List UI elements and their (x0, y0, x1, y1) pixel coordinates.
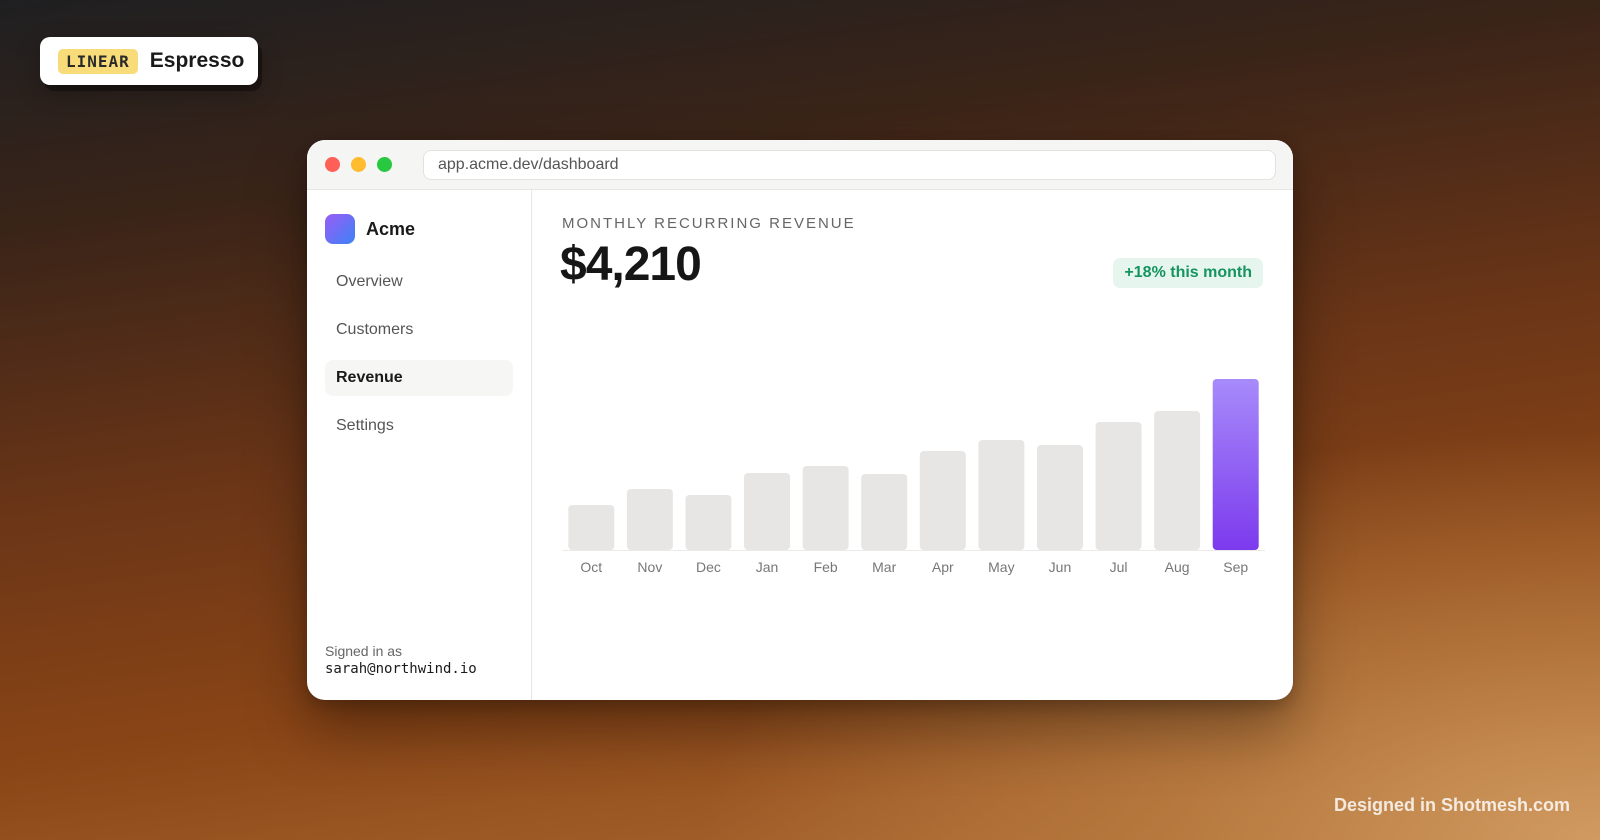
x-tick-label: Jul (1110, 559, 1128, 575)
x-tick-label: Feb (814, 559, 838, 575)
sidebar-item-label: Customers (336, 321, 414, 338)
chart-bar-dec (685, 495, 732, 550)
sidebar: Acme Overview Customers Revenue Settings… (307, 190, 532, 700)
signed-in-info: Signed in as sarah@northwind.io (325, 643, 477, 677)
url-text: app.acme.dev/dashboard (438, 155, 619, 173)
chart-bar-mar (861, 474, 908, 550)
x-tick-label: May (988, 559, 1014, 575)
x-tick-label: Dec (696, 559, 721, 575)
brand-name: Acme (366, 218, 416, 239)
address-bar[interactable]: app.acme.dev/dashboard (423, 149, 1276, 180)
chart-bar-apr (919, 451, 966, 550)
brand: Acme (325, 214, 513, 244)
sidebar-item-label: Revenue (336, 369, 403, 386)
sidebar-item-overview[interactable]: Overview (325, 264, 513, 300)
sidebar-item-label: Settings (336, 417, 394, 434)
acme-logo-icon (325, 214, 355, 244)
sidebar-item-settings[interactable]: Settings (325, 408, 513, 444)
chart-bar-sep (1212, 379, 1259, 550)
minimize-window-button[interactable] (351, 157, 366, 172)
badge-tag: LINEAR (58, 48, 138, 74)
main-content: MONTHLY RECURRING REVENUE $4,210 +18% th… (532, 190, 1293, 700)
chart-bar-nov (626, 489, 673, 550)
revenue-bar-chart: Oct Nov Dec Jan Feb Mar Apr May Jun Jul Aug Sep (562, 379, 1265, 575)
x-tick-label: Oct (580, 559, 602, 575)
brand-badge: LINEAR Espresso (40, 37, 258, 85)
x-tick-label: Jun (1049, 559, 1072, 575)
sidebar-item-revenue[interactable]: Revenue (325, 360, 513, 396)
footer-credit: Designed in Shotmesh.com (1333, 795, 1570, 815)
badge-name: Espresso (149, 49, 245, 72)
metric-value: $4,210 (560, 238, 702, 291)
chart-bar-aug (1154, 411, 1201, 550)
maximize-window-button[interactable] (377, 157, 392, 172)
x-tick-label: Apr (932, 559, 954, 575)
browser-window: app.acme.dev/dashboard Acme Overview Cus… (307, 140, 1293, 700)
chart-bar-may (978, 440, 1025, 550)
x-tick-label: Nov (637, 559, 662, 575)
x-tick-label: Sep (1223, 559, 1248, 575)
close-window-button[interactable] (325, 157, 340, 172)
chart-bar-feb (802, 466, 849, 550)
sidebar-item-customers[interactable]: Customers (325, 312, 513, 348)
x-tick-label: Jan (756, 559, 779, 575)
x-tick-label: Aug (1165, 559, 1190, 575)
chart-bar-jul (1095, 422, 1142, 550)
signed-in-label: Signed in as (325, 643, 403, 659)
title-bar: app.acme.dev/dashboard (307, 140, 1293, 190)
metric-label: MONTHLY RECURRING REVENUE (562, 215, 856, 232)
x-tick-label: Mar (872, 559, 896, 575)
chart-bar-jan (744, 473, 791, 550)
chart-bar-oct (568, 505, 615, 550)
delta-badge: +18% this month (1113, 258, 1263, 288)
chart-bar-jun (1036, 445, 1083, 550)
sidebar-item-label: Overview (336, 273, 403, 290)
signed-in-email: sarah@northwind.io (325, 661, 477, 677)
